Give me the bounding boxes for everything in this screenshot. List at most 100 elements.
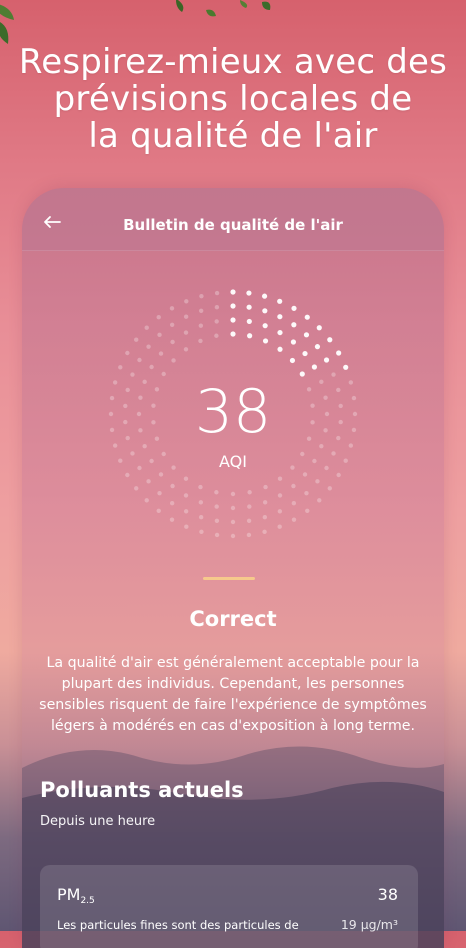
aqi-dot	[118, 365, 123, 370]
aqi-dot	[198, 338, 203, 344]
aqi-dot	[214, 333, 219, 338]
aqi-dot	[156, 508, 161, 513]
aqi-dot	[262, 515, 268, 520]
aqi-dot-active	[277, 329, 283, 336]
aqi-dot-active	[316, 325, 322, 331]
aqi-dot	[247, 490, 252, 495]
aqi-dot	[161, 371, 166, 377]
aqi-dot-active	[327, 337, 333, 343]
aqi-dot	[198, 515, 204, 520]
aqi-dot	[170, 483, 175, 489]
aqi-dot	[302, 472, 308, 477]
aqi-dot-active	[302, 350, 308, 357]
aqi-dot	[315, 479, 320, 484]
hero-title-line-3: la qualité de l'air	[88, 116, 378, 156]
aqi-dot	[171, 358, 176, 363]
aqi-dot-active	[291, 305, 297, 311]
aqi-dot	[183, 509, 189, 514]
aqi-dot	[144, 498, 149, 503]
aqi-dot	[348, 443, 354, 448]
aqi-dot-active	[289, 357, 296, 364]
aqi-dot	[146, 479, 151, 484]
aqi-dot	[304, 490, 309, 496]
hero-title-line-1: Respirez-mieux avec des	[18, 42, 448, 82]
pollutants-title: Polluants actuels	[40, 778, 244, 802]
phone-mockup: Bulletin de qualité de l'air 38 AQI Corr…	[22, 188, 444, 948]
aqi-dot	[199, 529, 204, 535]
aqi-dot	[199, 293, 204, 299]
aqi-dot-active	[323, 357, 330, 363]
hero-title-line-2: prévisions locales de	[53, 79, 413, 119]
aqi-dot	[157, 332, 162, 338]
aqi-dot-active	[262, 323, 268, 329]
aqi-dot	[230, 491, 236, 497]
aqi-dot	[130, 372, 135, 377]
aqi-dot	[291, 501, 297, 506]
aqi-dot	[214, 518, 220, 523]
aqi-label: AQI	[219, 452, 247, 471]
aqi-dot	[184, 524, 189, 529]
aqi-dot	[169, 517, 175, 522]
aqi-dot	[170, 339, 175, 345]
aqi-dot	[247, 504, 252, 509]
aqi-dot	[277, 509, 283, 514]
aqi-dot	[198, 500, 204, 505]
aqi-dot	[125, 472, 130, 478]
aqi-dot-active	[246, 318, 252, 325]
aqi-dot	[134, 486, 139, 491]
aqi-dot-active	[336, 350, 342, 356]
pollutant-unit: 19 μg/m³	[340, 917, 398, 932]
aqi-dot-active	[230, 331, 236, 337]
aqi-dot	[169, 306, 175, 311]
hero-title: Respirez-mieux avec des prévisions local…	[0, 44, 466, 155]
aqi-dot	[262, 529, 267, 535]
aqi-dot	[142, 443, 147, 449]
aqi-dot-active	[277, 298, 283, 304]
aqi-dot	[183, 493, 189, 498]
aqi-description: La qualité d'air est généralement accept…	[39, 655, 427, 734]
aqi-dot	[183, 330, 189, 335]
aqi-dot	[277, 524, 282, 529]
aqi-dot	[183, 314, 189, 319]
aqi-dot	[317, 498, 322, 503]
aqi-dot	[214, 319, 219, 324]
aqi-value: 38	[194, 377, 272, 447]
pollutant-name: PM2.5	[57, 885, 95, 906]
aqi-dot	[336, 472, 341, 478]
aqi-dot-active	[246, 304, 252, 310]
aqi-dot	[158, 351, 164, 356]
aqi-dot	[327, 486, 332, 491]
pollutant-card-pm25[interactable]: PM2.5 38 Les particules fines sont des p…	[40, 865, 418, 948]
pollutant-name-sub: 2.5	[80, 896, 95, 906]
aqi-dot	[184, 299, 189, 304]
aqi-dot	[112, 443, 118, 448]
aqi-dot	[198, 323, 204, 328]
header-title: Bulletin de qualité de l'air	[123, 216, 343, 234]
aqi-dot-active	[261, 293, 268, 299]
aqi-dot-active	[246, 290, 252, 296]
aqi-dot	[125, 350, 130, 356]
aqi-dot-active	[277, 346, 283, 352]
aqi-status: Correct	[189, 607, 277, 631]
aqi-dot	[291, 517, 297, 522]
aqi-dot	[230, 519, 236, 525]
aqi-dot	[277, 493, 283, 498]
aqi-dot-active	[230, 317, 236, 323]
pollutant-description: Les particules fines sont des particules…	[57, 918, 299, 932]
aqi-dot	[214, 490, 219, 495]
aqi-dot	[331, 372, 336, 377]
pollutant-value: 38	[377, 885, 398, 904]
aqi-dot	[198, 484, 203, 490]
aqi-dot-active	[299, 371, 305, 377]
aqi-dot	[198, 308, 204, 313]
aqi-dot	[263, 484, 268, 490]
aqi-dot-active	[314, 344, 321, 350]
pollutant-name-main: PM	[57, 885, 81, 904]
aqi-dot-active	[230, 289, 236, 295]
aqi-dot-active	[291, 322, 297, 328]
aqi-dot	[246, 532, 252, 538]
aqi-dot	[305, 508, 310, 513]
aqi-dot	[246, 518, 252, 523]
aqi-dot-active	[290, 339, 297, 345]
aqi-dot-active	[230, 303, 236, 309]
